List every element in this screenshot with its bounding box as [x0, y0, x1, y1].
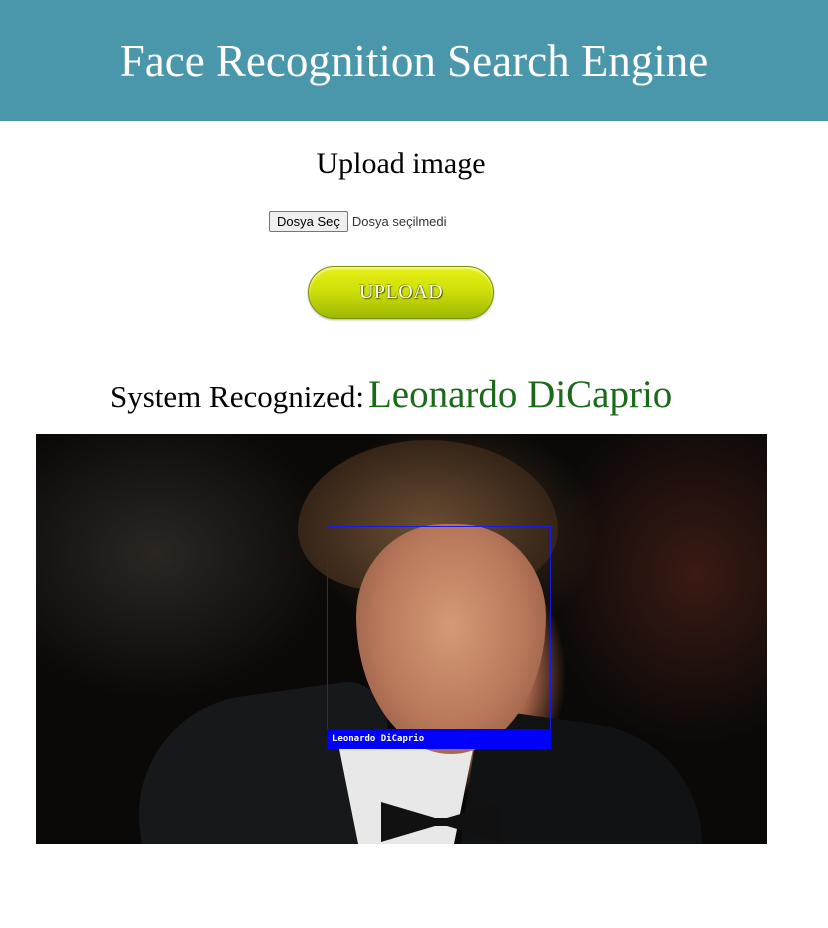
face-detection-box	[327, 526, 551, 749]
result-photo: Leonardo DiCaprio	[36, 434, 767, 844]
site-header: Face Recognition Search Engine	[0, 0, 828, 121]
face-detection-label: Leonardo DiCaprio	[327, 729, 551, 749]
recognition-result: System Recognized: Leonardo DiCaprio	[110, 372, 672, 417]
result-prefix: System Recognized:	[110, 379, 364, 414]
page-title: Face Recognition Search Engine	[119, 35, 709, 86]
file-input[interactable]: Dosya Seç Dosya seçilmedi	[269, 211, 447, 232]
choose-file-button[interactable]: Dosya Seç	[269, 211, 348, 232]
upload-button[interactable]: UPLOAD	[308, 266, 494, 319]
upload-heading: Upload image	[316, 147, 486, 180]
file-status-text: Dosya seçilmedi	[351, 214, 447, 229]
recognized-name: Leonardo DiCaprio	[367, 373, 673, 416]
